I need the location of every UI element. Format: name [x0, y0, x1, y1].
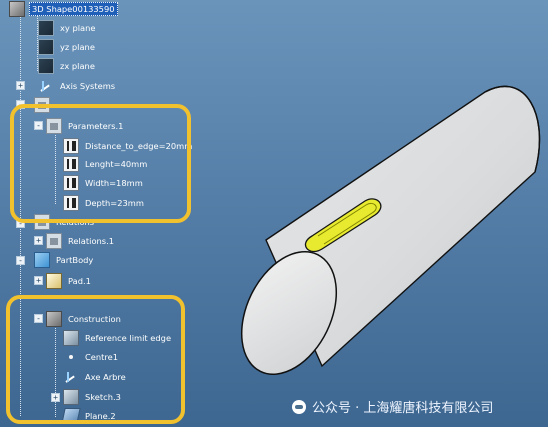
watermark-text: 公众号 · 上海耀唐科技有限公司 [312, 401, 494, 416]
3d-viewport[interactable]: 3D Shape00133590 xy plane yz plane zx pl… [0, 0, 548, 427]
3d-model[interactable] [0, 0, 548, 427]
watermark: 公众号 · 上海耀唐科技有限公司 [292, 397, 493, 416]
wechat-icon [292, 399, 306, 414]
